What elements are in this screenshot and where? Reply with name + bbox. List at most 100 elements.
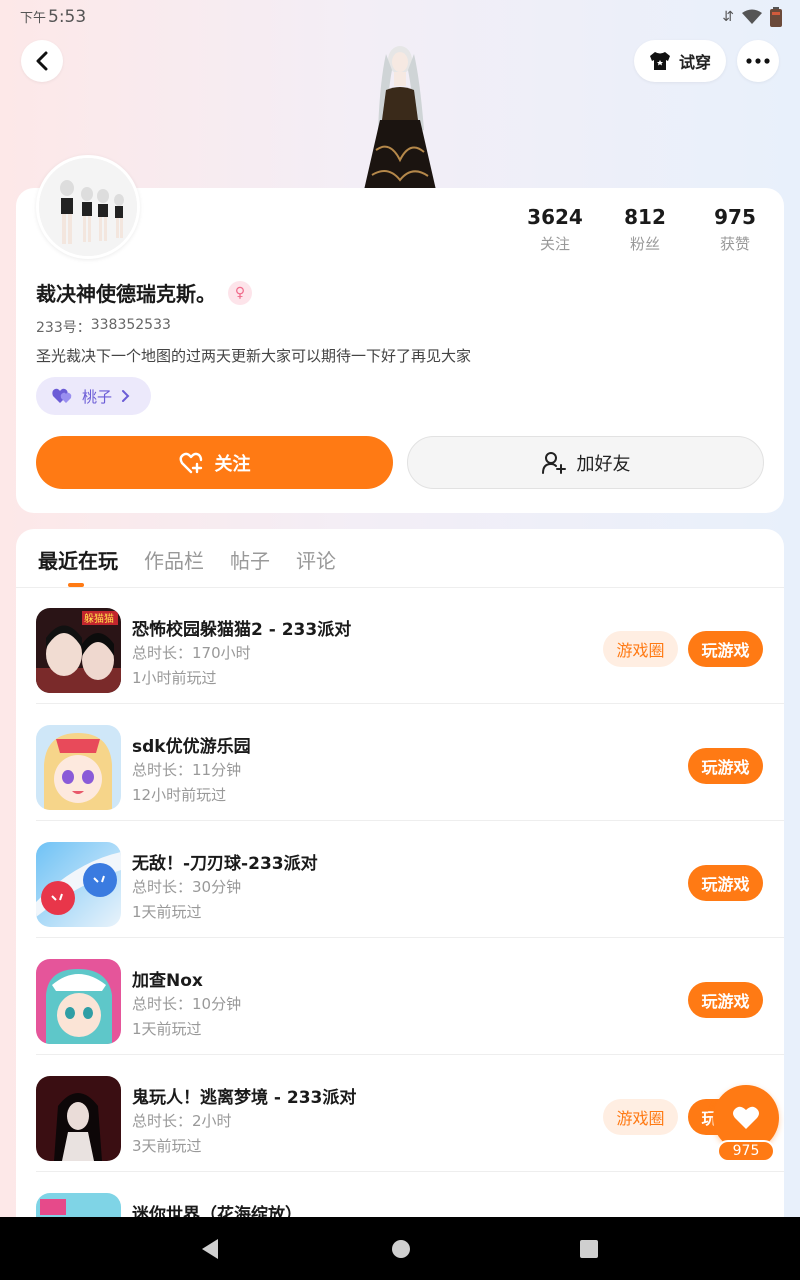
status-icons: ⇵: [722, 7, 782, 27]
duration-value: 30分钟: [192, 878, 242, 896]
game-circle-button[interactable]: 游戏圈: [603, 631, 678, 667]
partner-tag-label: 桃子: [82, 387, 113, 406]
tab-comments[interactable]: 评论: [296, 545, 336, 574]
avatar[interactable]: [36, 155, 140, 259]
like-count-badge: 975: [717, 1140, 775, 1162]
status-time: 下午 5:53: [20, 7, 86, 27]
game-title: 加查Nox: [132, 971, 203, 991]
back-button[interactable]: [21, 40, 63, 82]
triangle-back-icon: [202, 1239, 218, 1259]
try-on-button[interactable]: 试穿: [634, 40, 726, 82]
game-duration: 总时长： 30分钟: [132, 876, 241, 897]
wifi-icon: [742, 9, 762, 24]
female-gender-icon: ♀: [228, 280, 252, 305]
add-user-icon: [541, 451, 566, 474]
list-item[interactable]: 鬼玩人！逃离梦境 - 233派对 总时长：2小时 3天前玩过 游戏圈 玩游戏: [36, 1055, 784, 1172]
game-duration: 总时长： 11分钟: [132, 759, 241, 780]
game-last-played: 1天前玩过: [132, 1020, 202, 1038]
game-title: sdk优优游乐园: [132, 737, 251, 757]
chevron-left-icon: [36, 51, 48, 71]
game-icon: [36, 725, 121, 810]
game-icon: [36, 1076, 121, 1161]
duration-label: 总时长：: [132, 878, 193, 896]
stat-label: 关注: [539, 235, 570, 253]
heart-pair-icon: [52, 388, 72, 403]
duration-label: 总时长：: [132, 995, 193, 1013]
duration-value: 10分钟: [192, 995, 242, 1013]
stat-label: 粉丝: [629, 235, 660, 253]
game-duration: 总时长： 2小时: [132, 1110, 232, 1131]
game-duration: 总时长： 10分钟: [132, 993, 241, 1014]
list-item[interactable]: 无敌！-刀刃球-233派对 总时长： 30分钟 1天前玩过 玩游戏: [36, 821, 784, 938]
nickname-row: 裁决神使德瑞克斯。 ♀: [36, 278, 252, 307]
duration-value: 2小时: [192, 1112, 232, 1130]
bio: 圣光裁决下一个地图的过两天更新大家可以期待一下好了再见大家: [36, 347, 472, 365]
duration-value: 170小时: [192, 644, 251, 662]
stat-label: 获赞: [719, 235, 750, 253]
status-bar: 下午 5:53 ⇵: [0, 0, 800, 34]
content-card: 最近在玩 作品栏 帖子 评论 躲猫猫 恐怖校园躲猫猫2 - 233派对 总时长：…: [16, 529, 784, 1249]
battery-icon: [770, 7, 782, 27]
heart-plus-icon: [179, 452, 202, 473]
play-game-button[interactable]: 玩游戏: [688, 748, 763, 784]
avatar-character-image: [364, 46, 436, 190]
stat-followers[interactable]: 812 粉丝: [600, 205, 690, 254]
game-title: 无敌！-刀刃球-233派对: [132, 854, 318, 874]
nav-home-button[interactable]: [389, 1237, 413, 1261]
game-icon: [36, 959, 121, 1044]
partner-tag-chip[interactable]: 桃子: [36, 377, 151, 415]
list-item[interactable]: sdk优优游乐园 总时长： 11分钟 12小时前玩过 玩游戏: [36, 704, 784, 821]
tab-posts[interactable]: 帖子: [230, 545, 270, 574]
game-list: 躲猫猫 恐怖校园躲猫猫2 - 233派对 总时长： 170小时 1小时前玩过 游戏…: [36, 587, 784, 1249]
play-game-button[interactable]: 玩游戏: [688, 631, 763, 667]
duration-label: 总时长：: [132, 1112, 193, 1130]
tab-works[interactable]: 作品栏: [144, 545, 204, 574]
stat-likes[interactable]: 975 获赞: [690, 205, 780, 254]
duration-label: 总时长：: [132, 761, 193, 779]
game-circle-button[interactable]: 游戏圈: [603, 1099, 678, 1135]
add-friend-label: 加好友: [576, 453, 631, 475]
duration-value: 11分钟: [192, 761, 242, 779]
system-nav-bar: [0, 1217, 800, 1280]
stat-value: 812: [624, 205, 666, 229]
game-last-played: 1天前玩过: [132, 903, 202, 921]
game-last-played: 12小时前玩过: [132, 786, 227, 804]
user-id-value: 338352533: [90, 317, 171, 333]
list-item[interactable]: 加查Nox 总时长： 10分钟 1天前玩过 玩游戏: [36, 938, 784, 1055]
heart-icon: [733, 1106, 759, 1129]
status-clock: 5:53: [48, 7, 87, 27]
game-duration: 总时长： 170小时: [132, 642, 251, 663]
follow-button[interactable]: 关注: [36, 436, 393, 489]
nav-back-button[interactable]: [198, 1237, 222, 1261]
stat-value: 975: [714, 205, 756, 229]
circle-home-icon: [392, 1240, 410, 1258]
list-item[interactable]: 躲猫猫 恐怖校园躲猫猫2 - 233派对 总时长： 170小时 1小时前玩过 游戏…: [36, 587, 784, 704]
more-dots-icon: [746, 58, 770, 64]
add-friend-button[interactable]: 加好友: [407, 436, 764, 489]
game-last-played: 1小时前玩过: [132, 669, 217, 687]
chevron-right-icon: [122, 390, 130, 402]
game-icon: 躲猫猫: [36, 608, 121, 693]
shirt-icon: [649, 52, 670, 70]
game-last-played: 3天前玩过: [132, 1137, 202, 1155]
nickname: 裁决神使德瑞克斯。: [36, 282, 216, 306]
play-game-button[interactable]: 玩游戏: [688, 982, 763, 1018]
play-game-button[interactable]: 玩游戏: [688, 865, 763, 901]
data-arrows-icon: ⇵: [722, 9, 734, 25]
follow-label: 关注: [214, 453, 251, 475]
tab-recently-played[interactable]: 最近在玩: [38, 545, 118, 574]
status-ampm: 下午: [20, 11, 47, 26]
more-button[interactable]: [737, 40, 779, 82]
game-title: 鬼玩人！逃离梦境 - 233派对: [132, 1088, 357, 1108]
game-icon: [36, 842, 121, 927]
user-id: 233号： 338352533: [36, 317, 171, 337]
try-on-label: 试穿: [678, 53, 711, 72]
stat-following[interactable]: 3624 关注: [510, 205, 600, 254]
profile-tabs: 最近在玩 作品栏 帖子 评论: [38, 545, 336, 574]
duration-label: 总时长：: [132, 644, 193, 662]
nav-recents-button[interactable]: [577, 1237, 601, 1261]
stat-value: 3624: [527, 205, 583, 229]
game-title: 恐怖校园躲猫猫2 - 233派对: [132, 620, 352, 640]
profile-stats: 3624 关注 812 粉丝 975 获赞: [510, 205, 780, 254]
svg-text:躲猫猫: 躲猫猫: [84, 612, 114, 625]
